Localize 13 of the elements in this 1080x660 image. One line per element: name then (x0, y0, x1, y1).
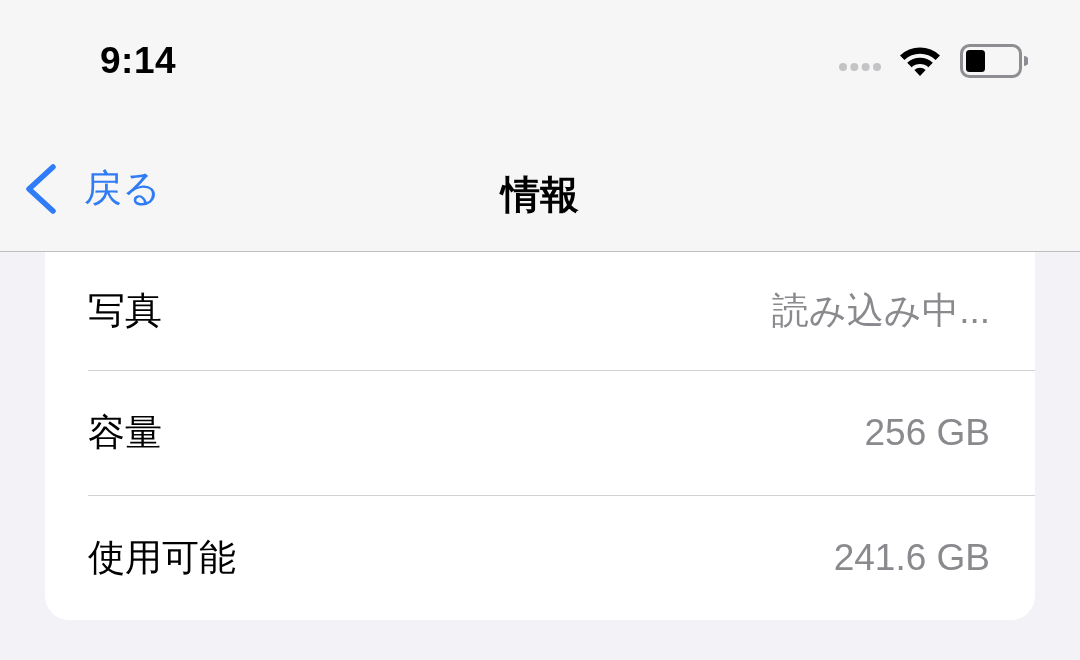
row-value: 256 GB (864, 412, 990, 454)
row-value: 読み込み中... (772, 289, 990, 333)
back-button[interactable]: 戻る (24, 163, 161, 214)
signal-dots-icon (838, 62, 882, 72)
row-label: 写真 (88, 289, 162, 333)
wifi-icon (898, 45, 942, 77)
row-value: 241.6 GB (833, 537, 990, 579)
battery-icon (960, 44, 1028, 78)
status-time: 9:14 (100, 40, 177, 82)
page-title: 情報 (498, 172, 580, 218)
chevron-left-icon (24, 163, 58, 214)
row-label: 容量 (88, 411, 162, 455)
row-label: 使用可能 (88, 536, 236, 580)
